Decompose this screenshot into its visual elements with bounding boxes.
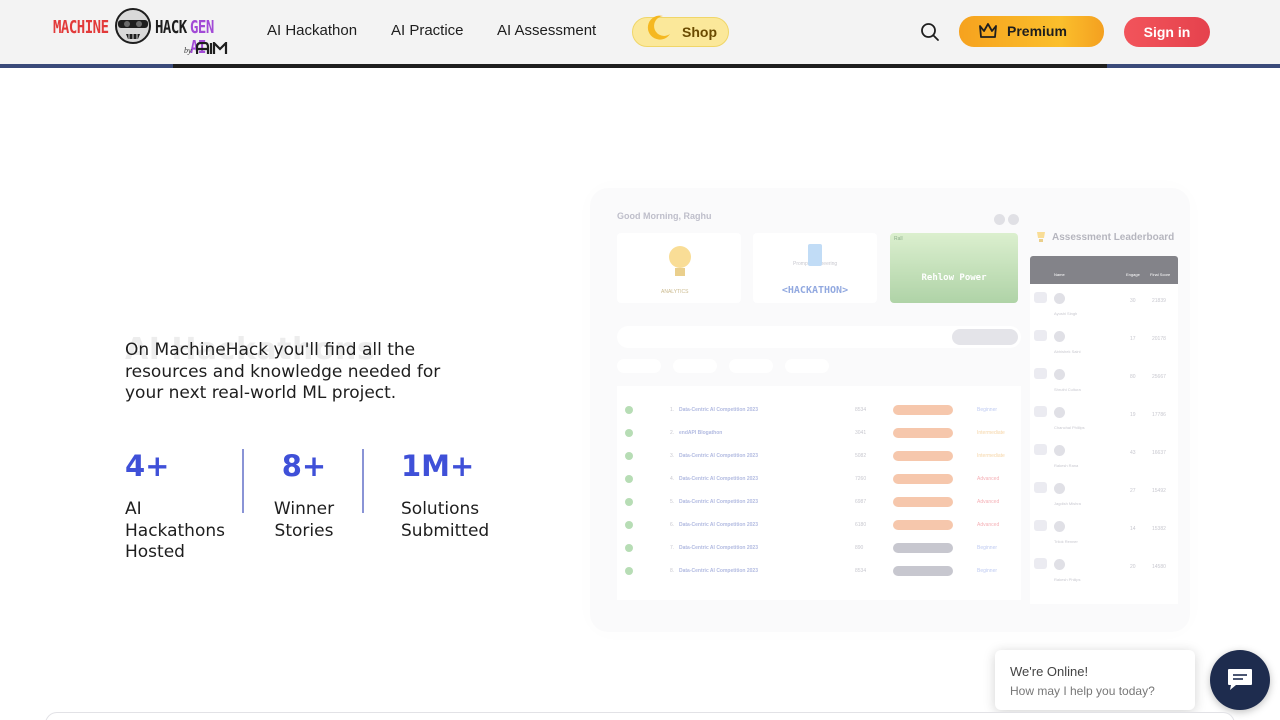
premium-button[interactable]: Premium [959,16,1104,47]
chat-launcher-button[interactable] [1210,650,1270,710]
machinehack-logo[interactable]: MACHINE HACK GEN AI by [53,6,233,58]
table-row: 1. Data-Centric AI Competition 2023 8534 Be… [617,400,1021,422]
leaderboard-row: Abhishek Saini 17 20178 [1030,326,1178,364]
header-divider [0,64,1280,68]
sign-in-label: Sign in [1143,24,1191,40]
premium-label: Premium [1007,23,1067,39]
hackathon-table: 1. Data-Centric AI Competition 2023 8534 Be… [617,386,1021,600]
leaderboard-row: Rakesh Philips 20 14580 [1030,554,1178,592]
hackathon-card: ANALYTICS [617,233,741,303]
table-row: 5. Data-Centric AI Competition 2023 6987 Ad… [617,492,1021,514]
card-title: ANALYTICS [661,289,689,295]
stat-value: 1M+ [401,449,475,483]
skull-logo-icon [115,8,151,44]
bulb-icon [669,246,691,276]
leaderboard-row: Trilok Renner 14 15382 [1030,516,1178,554]
shop-button[interactable]: Shop [632,15,729,47]
aim-logo-icon [196,42,228,54]
nav-ai-hackathon[interactable]: AI Hackathon [267,22,357,39]
leaderboard-title: Assessment Leaderboard [1052,232,1175,243]
phone-icon [808,244,822,266]
table-row: 2. endAPI Blogathon 3041 Intermediate [617,423,1021,445]
hackathon-card: Rall Rehlow Power [890,233,1018,303]
nav-ai-practice[interactable]: AI Practice [391,22,464,39]
next-section-card [45,712,1235,720]
card-title: Rall [894,236,903,242]
logo-word-hack: HACK [155,18,187,38]
crown-icon [979,23,997,38]
chat-title: We're Online! [1010,664,1089,679]
header: MACHINE HACK GEN AI by AI Hackathon AI P… [0,0,1280,64]
dashboard-greeting: Good Morning, Raghu [617,211,712,221]
stat-label: Solutions Submitted [401,499,490,541]
table-row: 4. Data-Centric AI Competition 2023 7260 Ad… [617,469,1021,491]
stat-divider [242,449,244,513]
table-row: 6. Data-Centric AI Competition 2023 6180 Ad… [617,515,1021,537]
dashboard-dots [994,210,1022,229]
stat-label: AI Hackathons Hosted [125,499,225,562]
col-score: Final Score [1150,272,1171,277]
nav-ai-assessment[interactable]: AI Assessment [497,22,596,39]
col-engage: Engage [1126,272,1140,277]
logo-word-machine: MACHINE [53,18,109,38]
leaderboard-row: Jagdish Mishra 27 15492 [1030,478,1178,516]
page: MACHINE HACK GEN AI by AI Hackathon AI P… [0,0,1280,720]
chat-subtitle: How may I help you today? [1010,684,1155,698]
dashboard-filters [617,358,841,377]
stat-winners: 8+ Winner Stories [266,448,342,542]
logo-by: by [184,46,192,55]
shop-label: Shop [682,24,717,40]
card-heading: <HACKATHON> [781,285,849,296]
stat-value: 8+ [281,449,327,483]
stat-label: Winner Stories [273,499,335,541]
card-heading: Rehlow Power [921,273,987,283]
moon-icon [647,15,670,40]
leaderboard-row: Chanchal Phillips 19 17786 [1030,402,1178,440]
leaderboard-row: Shruthi Cultura 80 25667 [1030,364,1178,402]
chat-icon [1228,669,1252,690]
dashboard-search [617,326,1021,348]
stat-solutions: 1M+ Solutions Submitted [401,448,511,542]
leaderboard-header: Name Engage Final Score [1030,256,1178,284]
stat-value: 4+ [125,449,170,483]
dashboard-preview: Good Morning, Raghu ANALYTICS Prompt Eng… [590,188,1190,632]
leaderboard-row: Rakesh Rana 43 16637 [1030,440,1178,478]
hackathon-card: Prompt Engineering <HACKATHON> [753,233,877,303]
hero-description: On MachineHack you'll find all the resou… [125,340,441,403]
search-icon[interactable] [919,21,941,43]
leaderboard-row: Ayushi Singh 30 21839 [1030,288,1178,326]
table-row: 8. Data-Centric AI Competition 2023 8534 Be… [617,561,1021,583]
table-row: 7. Data-Centric AI Competition 2023 890 Beg… [617,538,1021,560]
stat-divider [362,449,364,513]
sign-in-button[interactable]: Sign in [1124,17,1210,47]
chat-bubble[interactable]: We're Online! How may I help you today? [995,650,1195,710]
trophy-icon [1037,232,1045,242]
leaderboard-list: Ayushi Singh 30 21839 Abhishek Saini 17 2017… [1030,284,1178,604]
col-name: Name [1054,272,1065,277]
table-row: 3. Data-Centric AI Competition 2023 5082 In… [617,446,1021,468]
stat-hackathons: 4+ AI Hackathons Hosted [125,448,235,564]
